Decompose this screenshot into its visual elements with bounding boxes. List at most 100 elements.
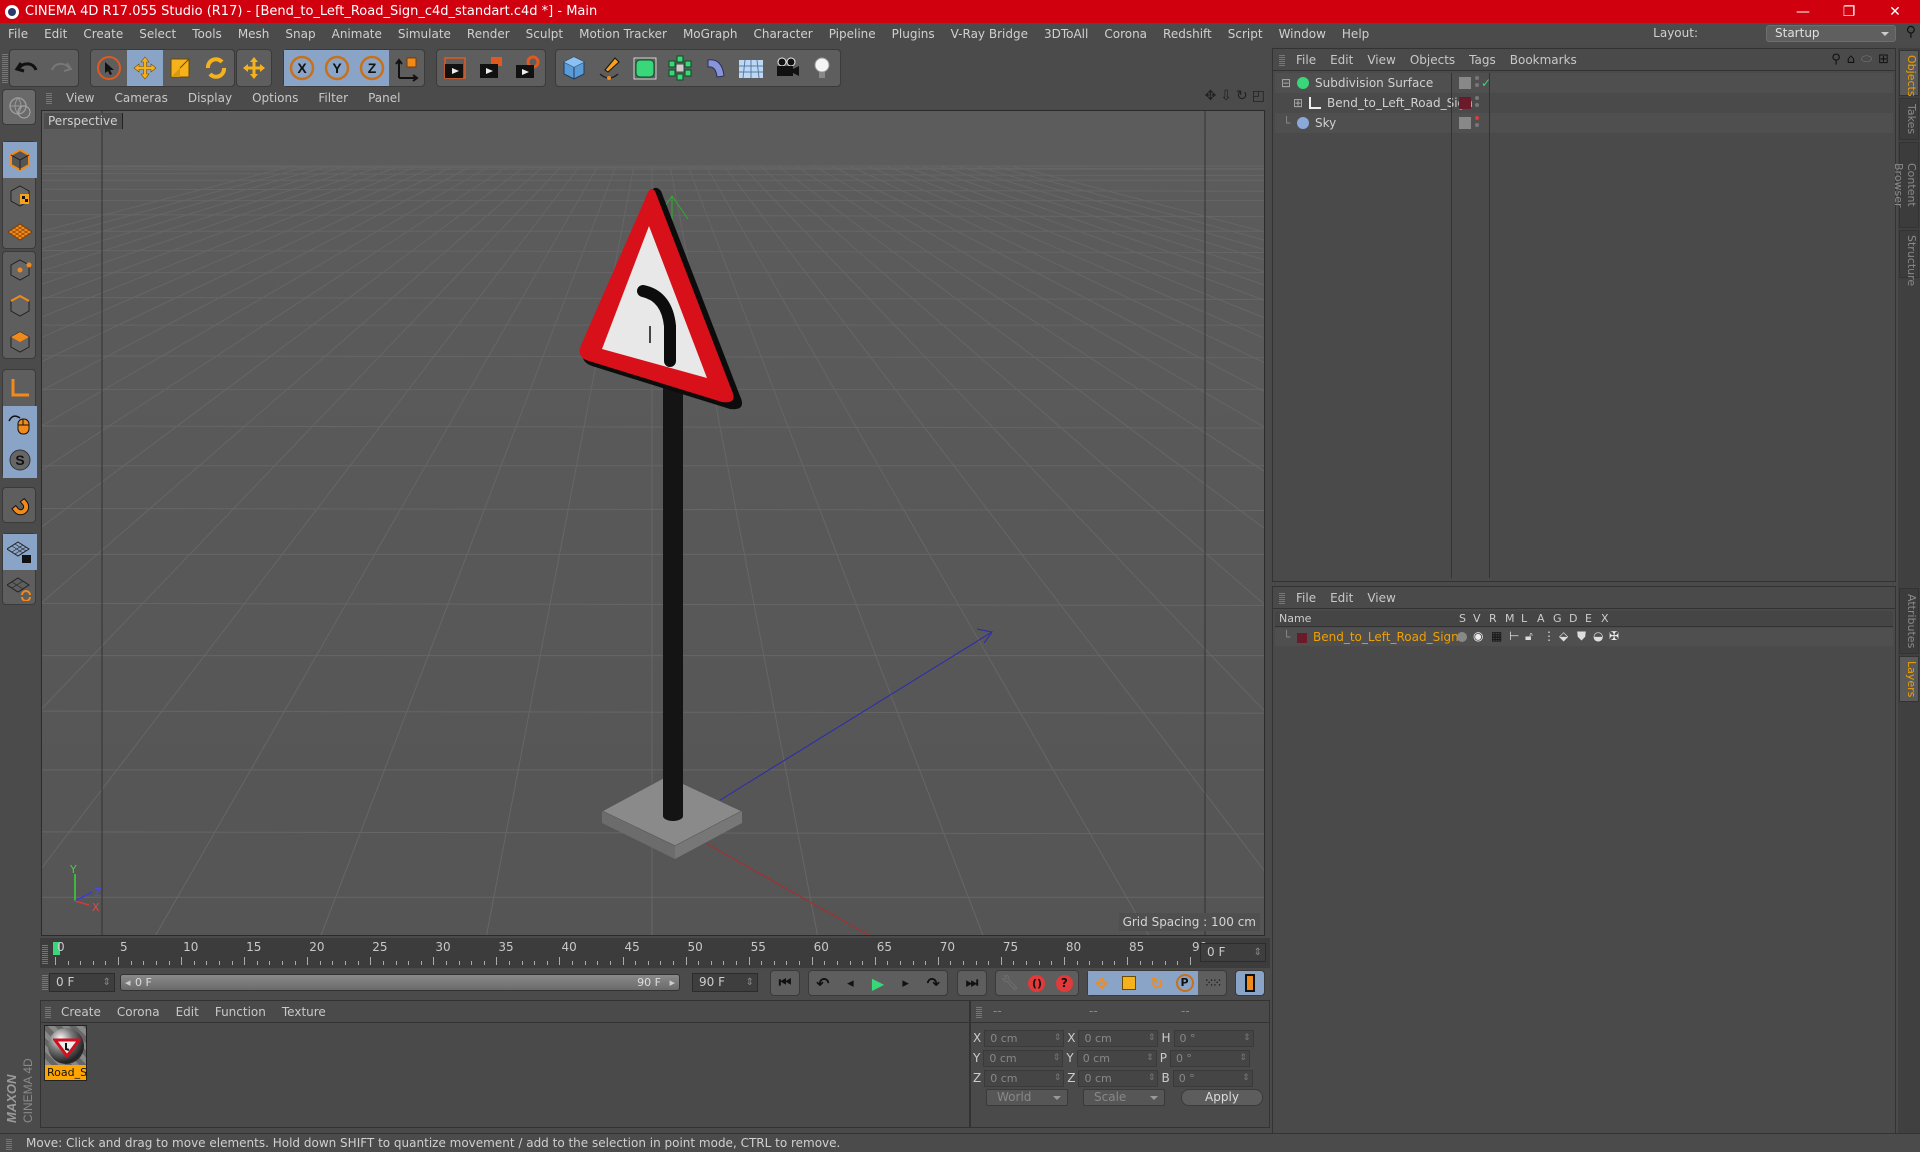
live-selection-button[interactable] [91, 50, 127, 86]
object-menu-bookmarks[interactable]: Bookmarks [1503, 53, 1584, 67]
tab-layers[interactable]: Layers [1899, 656, 1919, 702]
pan-icon[interactable]: ✥ [1205, 88, 1217, 104]
menu-script[interactable]: Script [1220, 27, 1271, 41]
apply-button[interactable]: Apply [1181, 1089, 1263, 1106]
visible-eye-icon[interactable]: ◉ [1473, 627, 1483, 645]
rotate-tool-button[interactable] [198, 50, 234, 86]
coordinate-mode-dropdown[interactable]: Scale [1083, 1089, 1165, 1106]
layer-color-swatch[interactable] [1459, 97, 1471, 109]
prev-key-button[interactable]: ↶ [809, 971, 837, 995]
make-editable-button[interactable] [3, 90, 37, 126]
start-frame-field[interactable]: 0 F [49, 973, 115, 992]
menu-mograph[interactable]: MoGraph [675, 27, 746, 41]
key-pla-button[interactable]: ⁙⁙ [1198, 971, 1226, 995]
x-axis-button[interactable]: X [284, 50, 319, 86]
home-icon[interactable]: ⌂ [1847, 52, 1855, 67]
subdivision-surface-button[interactable] [627, 50, 663, 86]
tab-attributes[interactable]: Attributes [1899, 588, 1919, 654]
tweak-mode-button[interactable] [3, 406, 37, 442]
rotation-p-field[interactable]: 0 ° [1169, 1049, 1250, 1067]
key-parameter-button[interactable]: P [1170, 971, 1199, 995]
render-picture-viewer-button[interactable] [473, 50, 509, 86]
menu-window[interactable]: Window [1271, 27, 1334, 41]
go-to-end-button[interactable]: ⏭ [958, 971, 986, 995]
go-to-start-button[interactable]: ⏮ [771, 971, 799, 995]
layer-menu-view[interactable]: View [1360, 591, 1402, 605]
menu-create[interactable]: Create [75, 27, 131, 41]
tab-takes[interactable]: Takes [1899, 98, 1919, 140]
display-tag-icon[interactable] [1459, 117, 1471, 129]
menu-animate[interactable]: Animate [324, 27, 390, 41]
new-window-icon[interactable]: ⊞ [1878, 52, 1889, 67]
visibility-dots-icon[interactable] [1475, 116, 1479, 120]
timeline-ruler[interactable]: 051015202530354045505560657075808590 0 F [40, 938, 1270, 968]
points-mode-button[interactable] [3, 252, 37, 288]
position-y-field[interactable]: 0 cm [983, 1049, 1064, 1067]
planar-workplane-button[interactable] [3, 570, 37, 606]
search-icon[interactable]: ⚲ [1906, 24, 1916, 40]
undo-button[interactable] [10, 50, 44, 86]
bend-deformer-button[interactable] [698, 50, 734, 86]
material-menu-corona[interactable]: Corona [109, 1005, 168, 1019]
current-frame-field[interactable]: 0 F [1200, 943, 1266, 962]
material-menu-edit[interactable]: Edit [168, 1005, 207, 1019]
lock-icon[interactable]: 🔓︎ [1525, 627, 1533, 645]
menu-pipeline[interactable]: Pipeline [821, 27, 884, 41]
render-clapper-icon[interactable]: ▦ [1491, 627, 1502, 645]
object-menu-objects[interactable]: Objects [1403, 53, 1462, 67]
render-view-button[interactable] [437, 50, 473, 86]
motion-path-button[interactable]: 🔧︎ [996, 971, 1023, 995]
axis-mode-button[interactable] [3, 370, 37, 406]
solo-button[interactable]: S [3, 442, 37, 478]
minimize-button[interactable]: — [1780, 0, 1826, 23]
pen-spline-button[interactable] [592, 50, 628, 86]
next-frame-button[interactable]: ▸ [892, 971, 920, 995]
light-button[interactable] [805, 50, 841, 86]
viewport-menu-view[interactable]: View [56, 91, 104, 105]
camera-button[interactable] [769, 50, 805, 86]
menu-snap[interactable]: Snap [277, 27, 323, 41]
tab-objects[interactable]: Objects [1899, 50, 1919, 97]
key-position-button[interactable]: ✥ [1088, 971, 1116, 995]
layer-menu-edit[interactable]: Edit [1323, 591, 1360, 605]
menu-tools[interactable]: Tools [184, 27, 230, 41]
eye-icon[interactable]: ⬭ [1861, 52, 1872, 67]
visibility-dots-icon[interactable] [1475, 96, 1479, 100]
layout-dropdown[interactable]: Startup [1766, 25, 1896, 42]
range-right-arrow-icon[interactable]: ▸ [669, 975, 675, 990]
range-left-arrow-icon[interactable]: ◂ [125, 975, 131, 990]
object-menu-tags[interactable]: Tags [1462, 53, 1503, 67]
locked-workplane-button[interactable] [3, 534, 37, 570]
display-tag-icon[interactable] [1459, 77, 1471, 89]
object-row[interactable]: ⊞ Bend_to_Left_Road_Sign [1275, 93, 1893, 113]
menu-simulate[interactable]: Simulate [390, 27, 459, 41]
auto-key-button[interactable]: ? [1051, 971, 1078, 995]
menu-character[interactable]: Character [745, 27, 820, 41]
generator-icon[interactable]: ⬙ [1559, 627, 1568, 645]
layer-color-swatch[interactable] [1297, 633, 1307, 643]
tab-content-browser[interactable]: Content Browser [1892, 142, 1919, 228]
material-menu-function[interactable]: Function [207, 1005, 274, 1019]
menu-3dtoall[interactable]: 3DToAll [1036, 27, 1096, 41]
dolly-icon[interactable]: ⇩ [1220, 88, 1232, 104]
coordinate-space-dropdown[interactable]: World [986, 1089, 1068, 1106]
menu-help[interactable]: Help [1334, 27, 1377, 41]
object-row[interactable]: ⊟ Subdivision Surface ✓ [1275, 73, 1893, 93]
size-z-field[interactable]: 0 cm [1078, 1069, 1159, 1087]
key-rotation-button[interactable]: ↻ [1143, 971, 1171, 995]
xref-icon[interactable]: ✠ [1609, 627, 1619, 645]
menu-plugins[interactable]: Plugins [884, 27, 943, 41]
maximize-button[interactable]: ❐ [1826, 0, 1872, 23]
material-swatch[interactable]: Road_Si [44, 1025, 87, 1081]
visibility-dots-icon[interactable] [1475, 76, 1479, 80]
viewport-menu-display[interactable]: Display [178, 91, 242, 105]
viewport-menu-options[interactable]: Options [242, 91, 308, 105]
position-z-field[interactable]: 0 cm [984, 1069, 1065, 1087]
3d-viewport[interactable]: Y Z X Perspective Grid Spacing : 100 cm [41, 110, 1265, 936]
snap-button[interactable] [3, 488, 37, 524]
viewport-menu-panel[interactable]: Panel [358, 91, 410, 105]
edges-mode-button[interactable] [3, 288, 37, 324]
play-button[interactable]: ▶ [864, 971, 892, 995]
tab-structure[interactable]: Structure [1899, 230, 1919, 286]
expression-icon[interactable]: ◒ [1593, 627, 1603, 645]
